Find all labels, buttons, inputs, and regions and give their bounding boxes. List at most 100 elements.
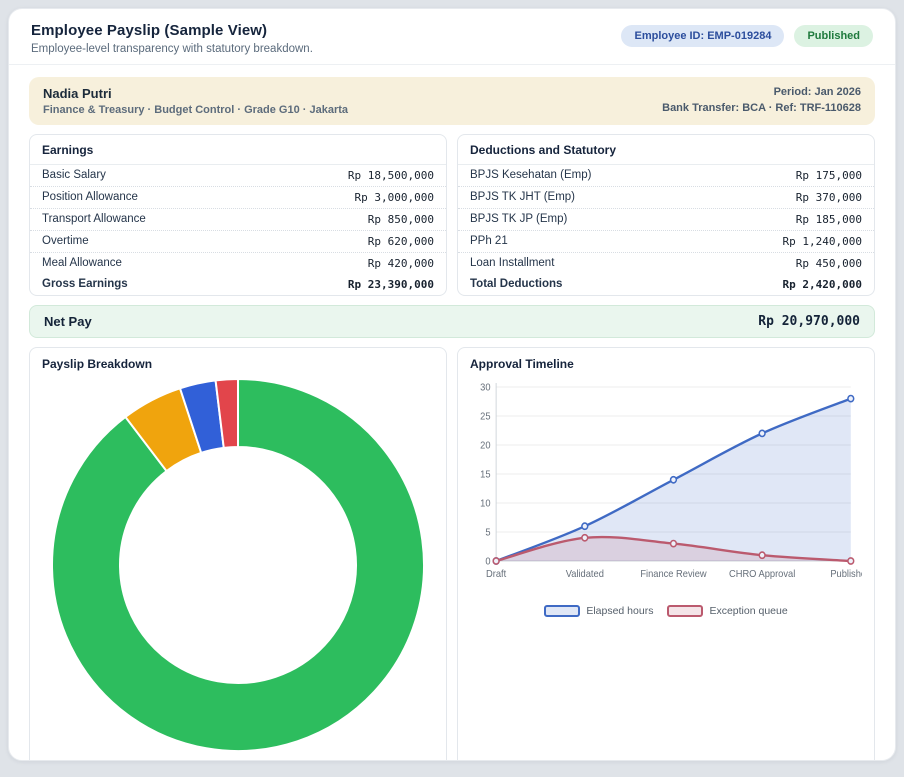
row-value: Rp 420,000 xyxy=(368,257,434,270)
table-row: Meal Allowance Rp 420,000 xyxy=(30,253,446,274)
row-label: PPh 21 xyxy=(470,235,508,247)
data-point-marker xyxy=(671,540,677,546)
table-row: BPJS Kesehatan (Emp) Rp 175,000 xyxy=(458,165,874,187)
x-tick-label: Validated xyxy=(566,569,604,580)
donut-chart xyxy=(42,371,434,760)
y-tick-label: 10 xyxy=(480,498,490,509)
y-tick-label: 5 xyxy=(485,527,490,538)
net-pay-bar: Net Pay Rp 20,970,000 xyxy=(29,305,875,338)
data-point-marker xyxy=(759,552,765,558)
table-row: PPh 21 Rp 1,240,000 xyxy=(458,231,874,253)
legend-label: Tax xyxy=(188,760,204,761)
data-point-marker xyxy=(493,558,499,564)
y-tick-label: 0 xyxy=(485,556,490,567)
table-row: BPJS TK JP (Emp)Rp 185,000 xyxy=(458,209,874,231)
row-label: BPJS TK JHT (Emp) xyxy=(470,191,575,203)
deductions-panel: Deductions and Statutory BPJS Kesehatan … xyxy=(457,134,875,296)
employee-identity: Nadia Putri Finance & Treasury · Budget … xyxy=(43,86,348,116)
earnings-rows: Basic Salary Rp 18,500,000 Position Allowa… xyxy=(30,165,446,274)
legend-label: Exception queue xyxy=(709,605,787,617)
earnings-total-value: Rp 23,390,000 xyxy=(348,278,434,291)
row-value: Rp 620,000 xyxy=(368,235,434,248)
row-value: Rp 18,500,000 xyxy=(348,169,434,182)
row-value: Rp 1,240,000 xyxy=(783,235,862,248)
y-tick-label: 15 xyxy=(480,469,490,480)
table-row: Basic Salary Rp 18,500,000 xyxy=(30,165,446,187)
legend-swatch xyxy=(544,605,580,617)
data-point-marker xyxy=(759,430,765,436)
legend-item: BPJS xyxy=(219,760,277,761)
employee-name: Nadia Putri xyxy=(43,86,348,101)
deductions-total-value: Rp 2,420,000 xyxy=(783,278,862,291)
charts-section: Payslip Breakdown Net Pay Tax BPJS Other de… xyxy=(29,347,875,761)
approval-timeline-panel: Approval Timeline 051015202530DraftValid… xyxy=(457,347,875,761)
row-value: Rp 370,000 xyxy=(796,191,862,204)
legend-swatch xyxy=(219,760,245,761)
status-badge: Published xyxy=(794,25,873,47)
legend-label: Other deductions xyxy=(323,760,403,761)
deductions-rows: BPJS Kesehatan (Emp) Rp 175,000 BPJS TK JH… xyxy=(458,165,874,274)
legend-item: Tax xyxy=(156,760,204,761)
row-label: Basic Salary xyxy=(42,169,106,181)
table-row: Loan Installment Rp 450,000 xyxy=(458,253,874,274)
row-label: BPJS Kesehatan (Emp) xyxy=(470,169,591,181)
payslip-card: Employee Payslip (Sample View) Employee-… xyxy=(8,8,896,761)
earnings-panel: Earnings Basic Salary Rp 18,500,000 Positi… xyxy=(29,134,447,296)
period-label: Period: Jan 2026 xyxy=(662,85,861,101)
net-pay-value: Rp 20,970,000 xyxy=(758,314,860,329)
line-chart-svg: 051015202530DraftValidatedFinance Review… xyxy=(470,375,862,603)
employee-meta: Finance & Treasury · Budget Control · Gr… xyxy=(43,104,348,116)
row-value: Rp 175,000 xyxy=(796,169,862,182)
row-label: Position Allowance xyxy=(42,191,138,203)
page-header: Employee Payslip (Sample View) Employee-… xyxy=(9,9,895,65)
legend-item: Other deductions xyxy=(291,760,403,761)
page-title: Employee Payslip (Sample View) xyxy=(31,22,313,39)
y-tick-label: 25 xyxy=(480,411,490,422)
page-subtitle: Employee-level transparency with statuto… xyxy=(31,43,313,55)
table-row: Transport Allowance Rp 850,000 xyxy=(30,209,446,231)
line-chart-legend: Elapsed hours Exception queue xyxy=(470,605,862,621)
earnings-total-label: Gross Earnings xyxy=(42,278,128,290)
employee-id-badge: Employee ID: EMP-019284 xyxy=(621,25,784,47)
row-label: Loan Installment xyxy=(470,257,554,269)
row-value: Rp 3,000,000 xyxy=(355,191,434,204)
data-point-marker xyxy=(848,395,854,401)
employee-period-info: Period: Jan 2026 Bank Transfer: BCA · Re… xyxy=(662,85,861,117)
employee-strip: Nadia Putri Finance & Treasury · Budget … xyxy=(29,77,875,125)
legend-label: Net Pay xyxy=(105,760,142,761)
row-value: Rp 450,000 xyxy=(796,257,862,270)
deductions-total-row: Total Deductions Rp 2,420,000 xyxy=(458,274,874,295)
earnings-title: Earnings xyxy=(30,135,446,165)
data-point-marker xyxy=(582,535,588,541)
header-badges: Employee ID: EMP-019284 Published xyxy=(621,25,873,47)
pay-tables: Earnings Basic Salary Rp 18,500,000 Positi… xyxy=(29,134,875,296)
row-label: Transport Allowance xyxy=(42,213,146,225)
row-label: BPJS TK JP (Emp) xyxy=(470,213,567,225)
table-row: Position Allowance Rp 3,000,000 xyxy=(30,187,446,209)
approval-timeline-title: Approval Timeline xyxy=(470,357,862,371)
data-point-marker xyxy=(671,477,677,483)
row-value: Rp 850,000 xyxy=(368,213,434,226)
deductions-title: Deductions and Statutory xyxy=(458,135,874,165)
legend-swatch xyxy=(291,760,317,761)
row-label: Meal Allowance xyxy=(42,257,122,269)
legend-item: Exception queue xyxy=(667,605,787,617)
y-tick-label: 30 xyxy=(480,382,490,393)
payslip-breakdown-panel: Payslip Breakdown Net Pay Tax BPJS Other de… xyxy=(29,347,447,761)
header-text: Employee Payslip (Sample View) Employee-… xyxy=(31,22,313,55)
table-row: OvertimeRp 620,000 xyxy=(30,231,446,253)
x-tick-label: CHRO Approval xyxy=(729,569,795,580)
donut-legend: Net Pay Tax BPJS Other deductions xyxy=(42,760,434,761)
earnings-total-row: Gross Earnings Rp 23,390,000 xyxy=(30,274,446,295)
net-pay-label: Net Pay xyxy=(44,314,92,329)
x-tick-label: Finance Review xyxy=(640,569,706,580)
x-tick-label: Published xyxy=(830,569,862,580)
payslip-breakdown-title: Payslip Breakdown xyxy=(42,357,434,371)
legend-label: BPJS xyxy=(251,760,277,761)
donut-chart-svg xyxy=(49,376,427,754)
data-point-marker xyxy=(582,523,588,529)
deductions-total-label: Total Deductions xyxy=(470,278,562,290)
legend-label: Elapsed hours xyxy=(586,605,653,617)
legend-swatch xyxy=(667,605,703,617)
legend-item: Net Pay xyxy=(73,760,142,761)
